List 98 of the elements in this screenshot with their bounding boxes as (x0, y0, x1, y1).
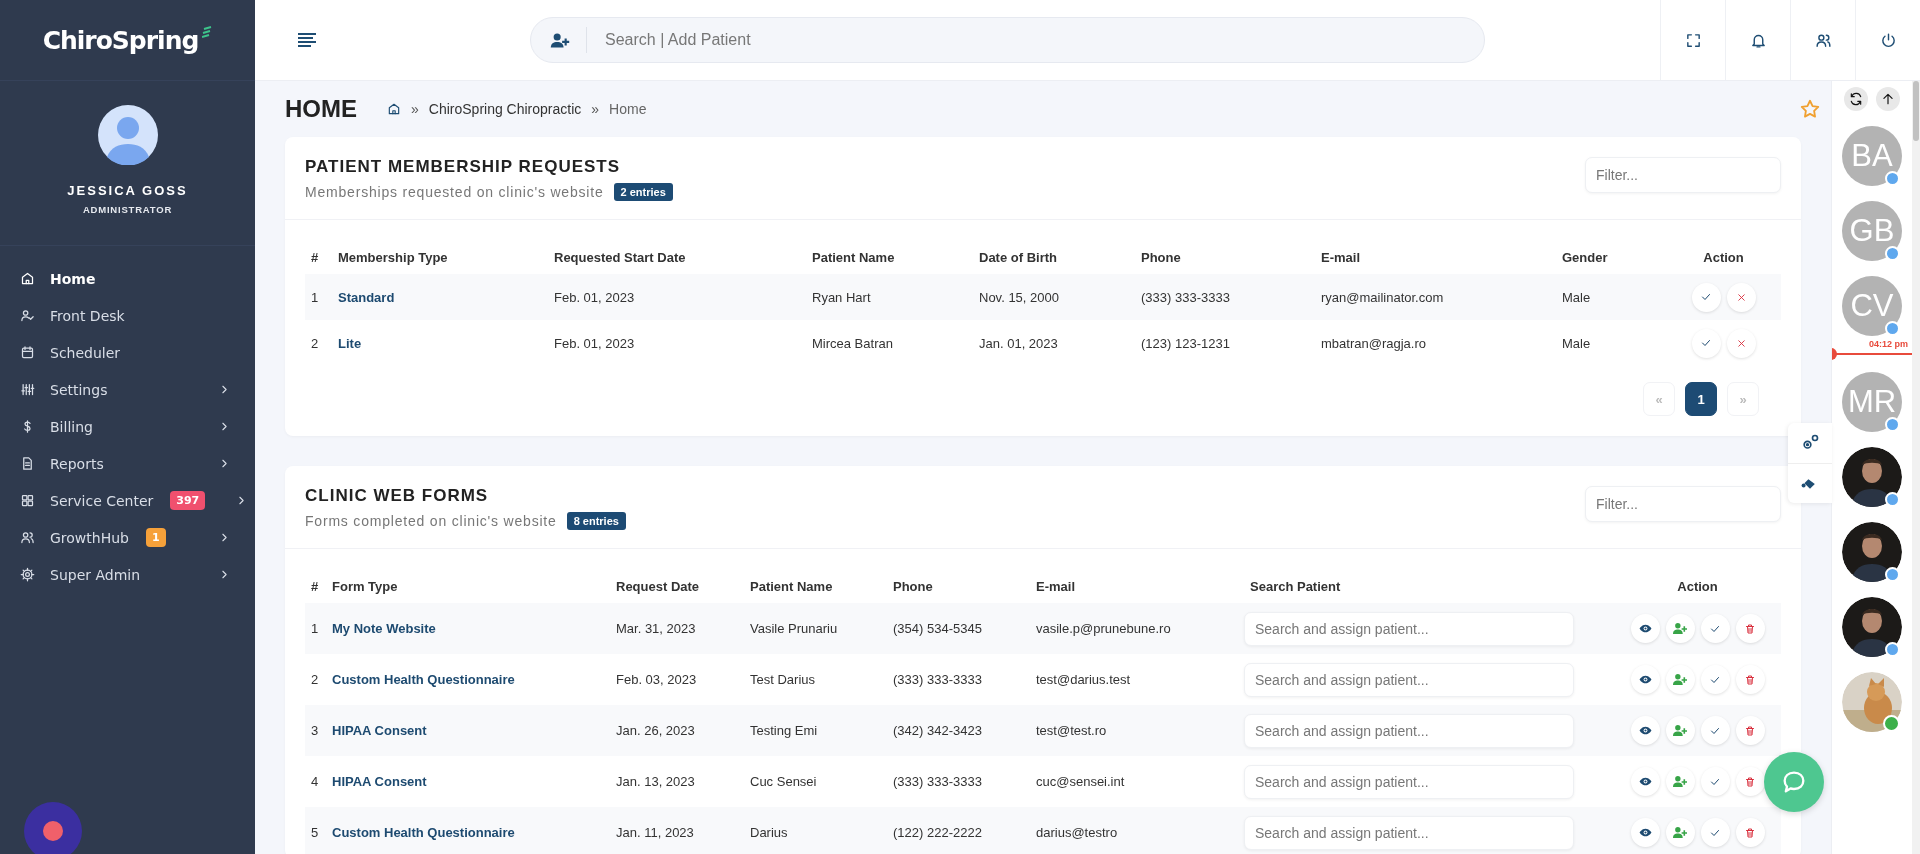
breadcrumb-link[interactable]: Home (609, 101, 647, 117)
breadcrumb-separator: » (591, 101, 600, 117)
table-cell-text: mbatran@ragja.ro (1320, 335, 1427, 351)
table-cell-text: Vasile Prunariu (749, 621, 839, 636)
table-cell-text: Male (1561, 335, 1592, 351)
column-header: Form Type (331, 578, 399, 594)
column-header: Gender (1561, 249, 1609, 265)
table-cell-text: (333) 333-3333 (1140, 289, 1231, 305)
table-cell-text: 3 (310, 723, 320, 738)
assign-patient-field[interactable]: Search and assign patient... (1244, 662, 1574, 697)
sidebar-item[interactable]: Billing (0, 408, 255, 445)
form-link[interactable]: HIPAA Consent (326, 774, 610, 789)
table-cell-text: Mircea Batran (811, 335, 894, 351)
table-cell-text: 5 (310, 825, 320, 840)
form-link[interactable]: HIPAA Consent (326, 723, 610, 738)
table-cell-text: (354) 534-5345 (892, 621, 983, 636)
table-cell-text: 1 (310, 621, 320, 636)
table-cell-text: Mar. 31, 2023 (615, 621, 697, 636)
column-header: Membership Type (337, 249, 449, 265)
table-cell-text: test@darius.test (1035, 672, 1132, 687)
sidebar-item[interactable]: Service Center 397 (0, 482, 255, 519)
table-cell-text: 2 (310, 672, 320, 687)
table-cell-text: (122) 222-2222 (892, 825, 983, 840)
table-cell-text: test@test.ro (1035, 723, 1108, 738)
column-header: E-mail (1035, 578, 1076, 594)
column-header: # (310, 578, 320, 594)
table-cell-text: Testing Emi (749, 723, 819, 738)
table-cell-text: darius@testro (1035, 825, 1119, 840)
table-cell-text: 2 (310, 335, 320, 351)
column-header: Patient Name (811, 249, 896, 265)
table-cell-text: Test Darius (749, 672, 817, 687)
column-header: Search Patient (1249, 578, 1342, 594)
column-header: Request Date (615, 578, 701, 594)
assign-patient-field[interactable]: Search and assign patient... (1244, 611, 1574, 646)
table-cell-text: (333) 333-3333 (892, 774, 983, 789)
table-cell-text: (123) 123-1231 (1140, 335, 1231, 351)
table-cell-text: Darius (749, 825, 789, 840)
column-header: Patient Name (749, 578, 834, 594)
form-link[interactable]: Custom Health Questionnaire (326, 825, 610, 840)
card-subtitle: Memberships requested on clinic's website (305, 184, 604, 200)
assign-patient-field[interactable]: Search and assign patient... (1244, 815, 1574, 850)
table-cell-text: Feb. 03, 2023 (615, 672, 698, 687)
form-link[interactable]: Custom Health Questionnaire (326, 672, 610, 687)
table-cell-text: Male (1561, 289, 1592, 305)
table-cell-text: Jan. 26, 2023 (615, 723, 696, 738)
user-role: ADMINISTRATOR (82, 204, 173, 215)
column-header: Action (1676, 578, 1719, 594)
sidebar-item[interactable]: Home (0, 260, 255, 297)
page-title: HOME (285, 95, 357, 123)
table-cell-text: (333) 333-3333 (892, 672, 983, 687)
assign-patient-field[interactable]: Search and assign patient... (1244, 713, 1574, 748)
count-badge: 397 (170, 491, 206, 510)
table-cell-text: Jan. 13, 2023 (615, 774, 696, 789)
sidebar-item[interactable]: Super Admin (0, 556, 255, 593)
column-header: # (310, 249, 320, 265)
column-header: Date of Birth (978, 249, 1058, 265)
column-header: Requested Start Date (553, 249, 687, 265)
page-button[interactable]: 1 (1685, 382, 1717, 416)
table-cell-text: Jan. 11, 2023 (615, 825, 695, 840)
column-header: Action (1702, 249, 1745, 265)
filter-field[interactable]: Filter... (1585, 486, 1781, 522)
filter-field[interactable]: Filter... (1585, 157, 1781, 193)
table-cell-text: 1 (310, 289, 320, 305)
breadcrumb-separator: » (411, 101, 419, 117)
table-cell-text: 4 (310, 774, 320, 789)
column-header: E-mail (1320, 249, 1361, 265)
sidebar-item[interactable]: Scheduler (0, 334, 255, 371)
table-cell-text: cuc@sensei.int (1035, 774, 1126, 789)
table-cell-text: Ryan Hart (811, 289, 872, 305)
search-field[interactable]: Search | Add Patient (530, 17, 1485, 63)
membership-link[interactable]: Standard (332, 289, 548, 305)
table-cell-text: vasile.p@prunebune.ro (1035, 621, 1172, 636)
card-subtitle: Forms completed on clinic's website (305, 513, 557, 529)
table-cell-text: ryan@mailinator.com (1320, 289, 1445, 305)
logo: ChiroSpring (42, 25, 199, 55)
sidebar-item[interactable]: Settings (0, 371, 255, 408)
count-badge: 1 (145, 528, 166, 547)
assign-patient-field[interactable]: Search and assign patient... (1244, 764, 1574, 799)
table-cell-text: Jan. 01, 2023 (978, 335, 1059, 351)
sidebar-item[interactable]: Reports (0, 445, 255, 482)
entries-badge: 8 entries (566, 512, 626, 530)
user-name: JESSICA GOSS (67, 183, 188, 198)
sidebar-item[interactable]: GrowthHub 1 (0, 519, 255, 556)
card-title: CLINIC WEB FORMS (305, 486, 490, 506)
table-cell-text: Nov. 15, 2000 (978, 289, 1060, 305)
table-cell-text: (342) 342-3423 (892, 723, 983, 738)
column-header: Phone (1140, 249, 1182, 265)
sidebar-item[interactable]: Front Desk (0, 297, 255, 334)
table-cell-text: Feb. 01, 2023 (553, 335, 636, 351)
entries-badge: 2 entries (613, 183, 673, 201)
form-link[interactable]: My Note Website (326, 621, 610, 636)
breadcrumb-link[interactable]: ChiroSpring Chiropractic (428, 101, 582, 117)
table-cell-text: Cuc Sensei (749, 774, 818, 789)
current-time: 04:12 pm (1868, 339, 1908, 349)
column-header: Phone (892, 578, 934, 594)
table-cell-text: Feb. 01, 2023 (553, 289, 636, 305)
membership-link[interactable]: Lite (332, 335, 548, 351)
card-title: PATIENT MEMBERSHIP REQUESTS (305, 157, 622, 177)
